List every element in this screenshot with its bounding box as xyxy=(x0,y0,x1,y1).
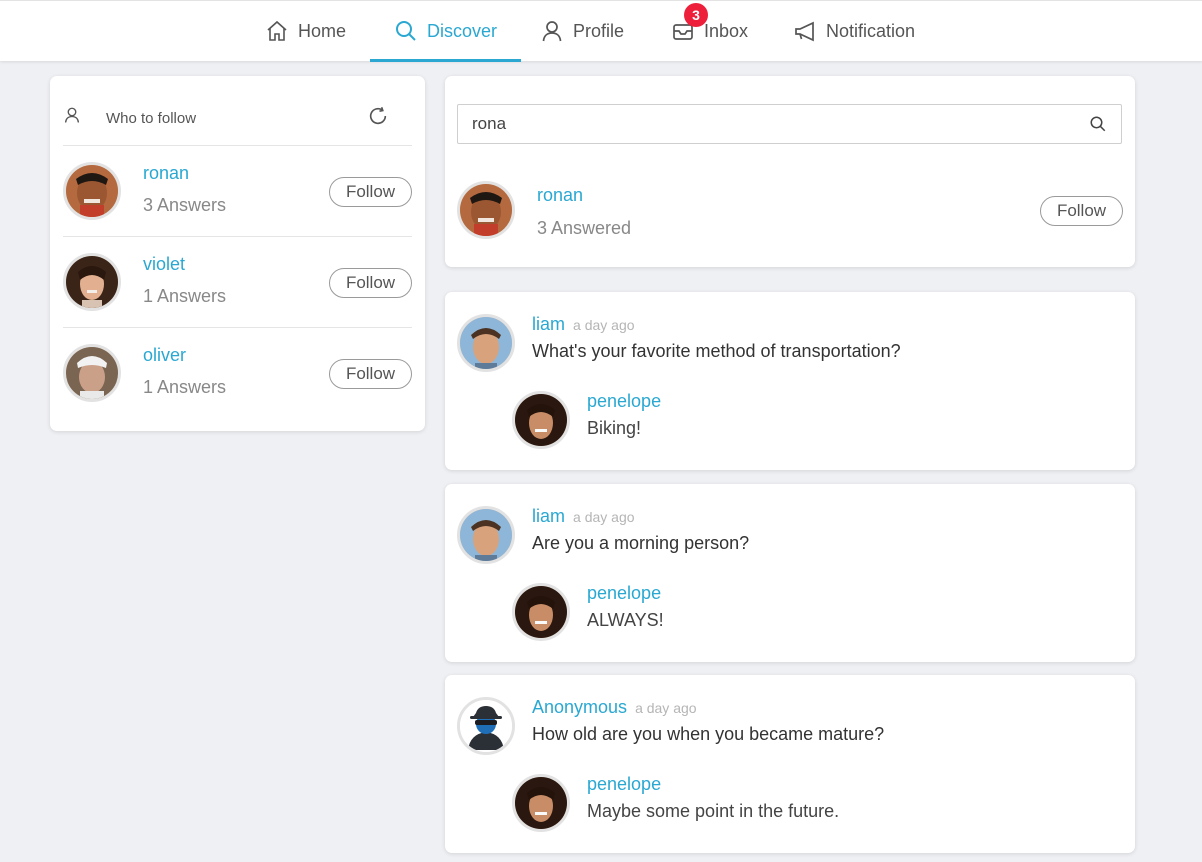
avatar[interactable] xyxy=(457,314,515,372)
search-result-name[interactable]: ronan xyxy=(537,185,583,206)
who-to-follow-title: Who to follow xyxy=(106,110,197,127)
nav-item-home[interactable]: Home xyxy=(265,1,346,61)
question-card: Anonymous a day ago How old are you when … xyxy=(445,675,1135,853)
megaphone-icon xyxy=(795,21,814,42)
follow-button[interactable]: Follow xyxy=(329,359,412,389)
nav-label-discover: Discover xyxy=(427,20,498,41)
nav-label-profile: Profile xyxy=(573,20,625,41)
nav-item-profile[interactable]: Profile xyxy=(540,1,624,61)
suggestion-name[interactable]: oliver xyxy=(143,345,186,366)
user-icon xyxy=(542,21,562,42)
search-icon[interactable] xyxy=(1089,115,1107,133)
question-card: liam a day ago What's your favorite metho… xyxy=(445,292,1135,470)
search-input[interactable] xyxy=(458,105,1078,143)
who-to-follow-card: Who to follow ronan 3 Answers Follow vio… xyxy=(50,76,425,431)
question-author-name[interactable]: liam xyxy=(532,506,565,526)
suggestion-answer-count: 1 Answers xyxy=(143,286,227,306)
follow-button[interactable]: Follow xyxy=(329,268,412,298)
nav-item-discover[interactable]: Discover xyxy=(369,1,522,62)
question-text[interactable]: Are you a morning person? xyxy=(532,533,749,554)
question-timestamp: a day ago xyxy=(573,509,635,525)
answer-author[interactable]: penelope xyxy=(587,583,661,604)
nav-label-notification: Notification xyxy=(826,20,916,41)
avatar[interactable] xyxy=(457,506,515,564)
suggestion-name[interactable]: violet xyxy=(143,254,185,275)
search-box xyxy=(457,104,1122,144)
avatar[interactable] xyxy=(457,697,515,755)
question-text[interactable]: What's your favorite method of transport… xyxy=(532,341,901,362)
search-result-answer-count: 3 Answered xyxy=(537,218,632,238)
suggestion-item: violet 1 Answers Follow xyxy=(63,237,412,328)
question-author[interactable]: Anonymous a day ago xyxy=(532,697,697,718)
top-navigation: Home Discover Profile 3 Inbox Notificati… xyxy=(0,0,1202,62)
search-card: ronan 3 Answered Follow xyxy=(445,76,1135,267)
refresh-icon[interactable] xyxy=(367,105,389,127)
follow-button[interactable]: Follow xyxy=(329,177,412,207)
suggestion-name[interactable]: ronan xyxy=(143,163,189,184)
nav-label-inbox: Inbox xyxy=(704,20,749,41)
answer-text: ALWAYS! xyxy=(587,610,664,630)
question-card: liam a day ago Are you a morning person? … xyxy=(445,484,1135,662)
avatar[interactable] xyxy=(457,181,515,239)
question-author[interactable]: liam a day ago xyxy=(532,506,635,527)
answer-author[interactable]: penelope xyxy=(587,391,661,412)
nav-label-home: Home xyxy=(298,20,347,41)
home-icon xyxy=(267,20,287,41)
inbox-count-badge: 3 xyxy=(684,3,708,27)
avatar[interactable] xyxy=(512,583,570,641)
nav-item-notification[interactable]: Notification xyxy=(793,1,915,61)
question-author[interactable]: liam a day ago xyxy=(532,314,635,335)
follow-button[interactable]: Follow xyxy=(1040,196,1123,226)
question-timestamp: a day ago xyxy=(635,700,697,716)
who-to-follow-header: Who to follow xyxy=(63,98,412,146)
anonymous-spy-icon xyxy=(460,700,512,752)
avatar[interactable] xyxy=(63,344,121,402)
avatar[interactable] xyxy=(512,774,570,832)
answer-text: Biking! xyxy=(587,418,642,438)
suggestion-answer-count: 3 Answers xyxy=(143,195,227,215)
answer-text: Maybe some point in the future. xyxy=(587,801,840,821)
suggestion-answer-count: 1 Answers xyxy=(143,377,227,397)
question-author-name[interactable]: Anonymous xyxy=(532,697,627,717)
suggestion-item: oliver 1 Answers Follow xyxy=(63,328,412,419)
question-timestamp: a day ago xyxy=(573,317,635,333)
avatar[interactable] xyxy=(63,253,121,311)
search-result-item: ronan 3 Answered Follow xyxy=(457,181,1123,243)
suggestion-item: ronan 3 Answers Follow xyxy=(63,146,412,237)
nav-item-inbox[interactable]: 3 Inbox xyxy=(671,1,748,61)
answer-author[interactable]: penelope xyxy=(587,774,661,795)
avatar[interactable] xyxy=(63,162,121,220)
avatar[interactable] xyxy=(512,391,570,449)
user-icon xyxy=(64,107,80,123)
question-author-name[interactable]: liam xyxy=(532,314,565,334)
question-text[interactable]: How old are you when you became mature? xyxy=(532,724,884,745)
search-icon xyxy=(396,21,416,41)
